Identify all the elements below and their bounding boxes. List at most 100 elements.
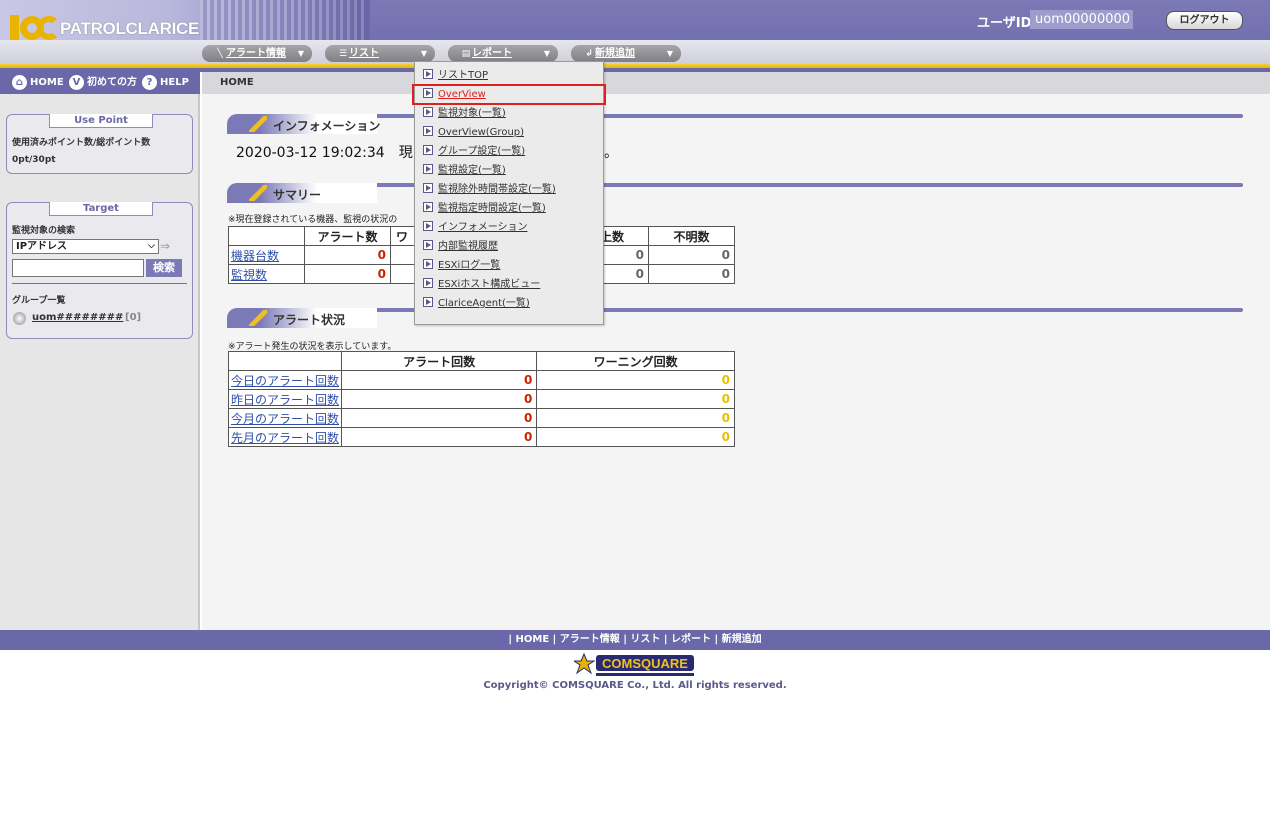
menu-item-internal-history[interactable]: 内部監視履歴 [423,238,498,255]
info-message-tail: 。 [604,145,618,161]
menu-report[interactable]: ▤ レポート ▼ [448,45,558,62]
menu-item-label: グループ設定(一覧) [438,146,526,157]
menu-item-overview-group[interactable]: OverView(Group) [423,124,524,141]
menu-item-clarice-agent[interactable]: ClariceAgent(一覧) [423,295,530,312]
chevron-down-icon: ▼ [543,49,550,58]
play-icon [423,202,433,212]
monitor-count-link[interactable]: 監視数 [228,264,305,284]
menu-alert-info[interactable]: ╲ アラート情報 ▼ [202,45,312,62]
alert-status-title: アラート状況 [273,313,346,327]
device-count-link[interactable]: 機器台数 [228,245,305,265]
this-month-alert-link[interactable]: 今月のアラート回数 [228,408,342,428]
footer-links[interactable]: | HOME | アラート情報 | リスト | レポート | 新規追加 [0,630,1270,650]
play-icon [423,107,433,117]
search-input[interactable] [12,259,144,277]
menu-item-label: OverView(Group) [438,127,525,138]
menu-item-label: 監視指定時間設定(一覧) [438,203,546,214]
alert-section-header: アラート状況 [227,308,1243,328]
menu-item-label: 監視対象(一覧) [438,108,506,119]
nav-beginner[interactable]: V 初めての方 [69,75,137,91]
info-message: 2020-03-12 19:02:34 現 。 [236,142,618,162]
table-cell: 0 [304,245,391,265]
use-point-label: 使用済みポイント数/総ポイント数 [12,138,151,148]
table-header: アラート数 [304,226,391,246]
user-id-value: uom00000000 [1030,10,1133,29]
table-header: アラート回数 [340,351,538,371]
table-header: 不明数 [648,226,735,246]
menu-item-information[interactable]: インフォメーション [423,219,528,236]
menu-item-label: 内部監視履歴 [438,241,498,252]
comsquare-logo: COMSQUARE [574,652,694,676]
arrow-right-icon: ⇒ [160,239,171,253]
info-message-text: 2020-03-12 19:02:34 現 [236,145,413,161]
play-icon [423,259,433,269]
table-cell: 0 [340,370,538,390]
menu-item-exclusion-time[interactable]: 監視除外時間帯設定(一覧) [423,181,556,198]
nav-home[interactable]: ⌂ HOME [12,75,64,91]
use-point-title: Use Point [49,114,153,128]
play-icon [423,126,433,136]
today-alert-link[interactable]: 今日のアラート回数 [228,370,342,390]
menu-item-esxi-host-view[interactable]: ESXiホスト構成ビュー [423,276,540,293]
table-row: 昨日のアラート回数 0 0 [228,389,735,409]
copyright-text: Copyright© COMSQUARE Co., Ltd. All right… [483,680,787,691]
menu-label: 新規追加 [595,48,635,59]
last-month-alert-link[interactable]: 先月のアラート回数 [228,427,342,447]
table-cell: 0 [536,389,735,409]
logout-button[interactable]: ログアウト [1166,11,1243,30]
sidebar-divider [12,283,187,284]
play-icon [423,278,433,288]
play-icon [423,69,433,79]
menu-item-label: 監視除外時間帯設定(一覧) [438,184,556,195]
menu-item-label: ESXiログ一覧 [438,260,501,271]
user-id-label: ユーザID [977,16,1032,31]
main-menubar: ╲ アラート情報 ▼ ☰ リスト ▼ ▤ レポート ▼ ↲ 新規追加 ▼ [0,40,1270,64]
menu-item-monitor-settings[interactable]: 監視設定(一覧) [423,162,506,179]
target-title: Target [49,202,153,216]
nav-help[interactable]: ? HELP [142,75,189,91]
use-point-box: Use Point 使用済みポイント数/総ポイント数 0pt/30pt [6,114,193,174]
play-icon [423,221,433,231]
menu-label: レポート [472,48,512,59]
alert-status-table: アラート回数 ワーニング回数 今日のアラート回数 0 0 昨日のアラート回数 0… [228,351,735,447]
chevron-down-icon: ▼ [666,49,673,58]
swoosh-icon [249,116,267,132]
menu-item-label: ESXiホスト構成ビュー [438,279,541,290]
nav-help-label: HELP [160,77,189,88]
search-type-select[interactable]: IPアドレス ⌵ [12,239,159,254]
menu-item-label: 監視設定(一覧) [438,165,506,176]
swoosh-icon [249,310,267,326]
search-button[interactable]: 検索 [146,259,182,277]
target-box: Target 監視対象の検索 IPアドレス ⌵ ⇒ 検索 グループ一覧 uom#… [6,202,193,339]
table-cell: 0 [304,264,391,284]
menu-list[interactable]: ☰ リスト ▼ [325,45,435,62]
table-header [228,351,342,371]
menu-item-esxi-logs[interactable]: ESXiログ一覧 [423,257,500,274]
beginner-icon: V [69,75,84,90]
table-cell: 0 [536,370,735,390]
menu-item-group-settings[interactable]: グループ設定(一覧) [423,143,525,160]
use-point-value: 0pt/30pt [12,155,56,165]
home-icon: ⌂ [12,75,27,90]
yesterday-alert-link[interactable]: 昨日のアラート回数 [228,389,342,409]
search-label: 監視対象の検索 [12,226,76,236]
summary-title: サマリー [273,188,322,202]
list-icon: ☰ [338,49,348,59]
logo-text: PATROLCLARICE [60,19,200,38]
menu-item-designated-time[interactable]: 監視指定時間設定(一覧) [423,200,546,217]
main-content: インフォメーション 2020-03-12 19:02:34 現 。 サマリー ※現… [202,94,1270,630]
left-sidebar: ⌂ HOME V 初めての方 ? HELP Use Point 使用済みポイント数/総… [0,72,200,630]
group-link[interactable]: uom######## [32,312,123,323]
menu-item-monitor-targets[interactable]: 監視対象(一覧) [423,105,506,122]
highlight-box [412,84,606,105]
breadcrumb: HOME [202,72,1270,94]
table-cell: 0 [536,408,735,428]
chevron-down-icon: ⌵ [148,241,155,251]
group-count: [0] [125,312,142,323]
search-type-value: IPアドレス [16,241,68,252]
play-icon [423,183,433,193]
menu-item-list-top[interactable]: リストTOP [423,67,488,84]
menu-new-add[interactable]: ↲ 新規追加 ▼ [571,45,681,62]
table-header [228,226,305,246]
table-cell: 0 [648,264,735,284]
